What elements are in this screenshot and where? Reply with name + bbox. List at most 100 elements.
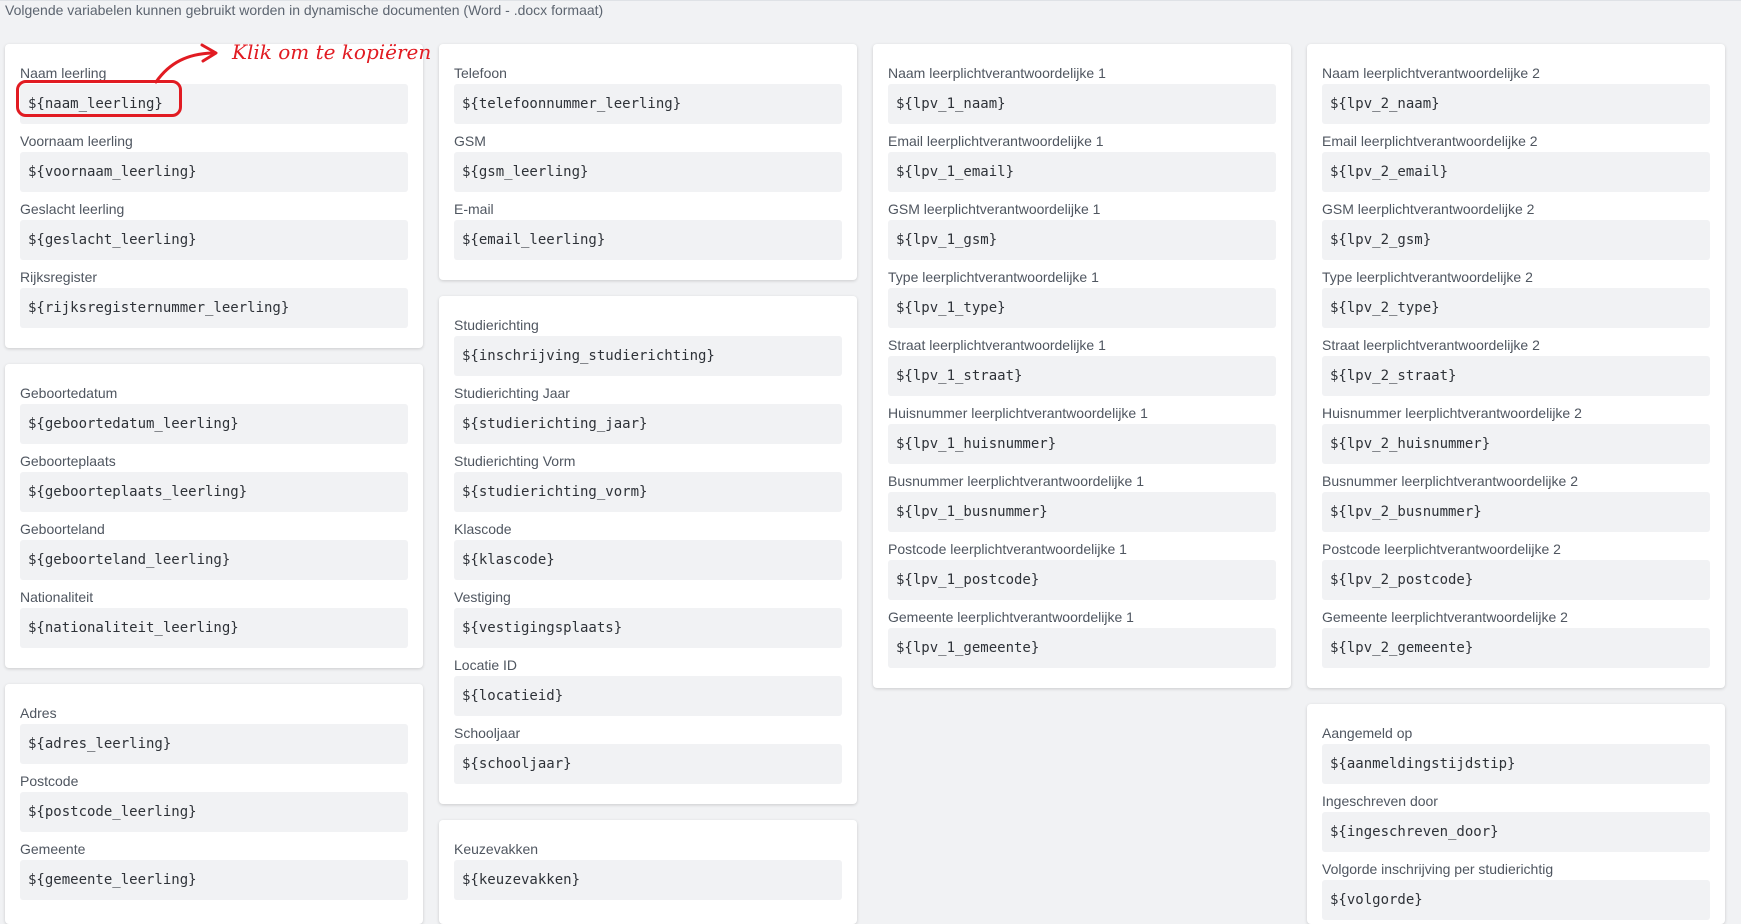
variable-code-copy-button[interactable]: ${lpv_2_naam} <box>1322 84 1710 124</box>
variable-label: Geslacht leerling <box>20 201 125 217</box>
variable-code-copy-button[interactable]: ${lpv_2_postcode} <box>1322 560 1710 600</box>
variable-field: Volgorde inschrijving per studierichtig $… <box>1322 858 1710 924</box>
variable-code-copy-button[interactable]: ${ingeschreven_door} <box>1322 812 1710 852</box>
variable-code-copy-button[interactable]: ${aanmeldingstijdstip} <box>1322 744 1710 784</box>
variable-label: Geboorteland <box>20 521 105 537</box>
variable-code-copy-button[interactable]: ${studierichting_jaar} <box>454 404 842 444</box>
variable-code-copy-button[interactable]: ${lpv_1_huisnummer} <box>888 424 1276 464</box>
card-study-program: Studierichting ${inschrijving_studiericht… <box>439 296 857 804</box>
variable-code-copy-button[interactable]: ${vestigingsplaats} <box>454 608 842 648</box>
variable-label: GSM <box>454 133 486 149</box>
variable-code-copy-button[interactable]: ${inschrijving_studierichting} <box>454 336 842 376</box>
card-student-identity: Naam leerling ${naam_leerling} Voornaam le… <box>5 44 423 348</box>
variable-code-copy-button[interactable]: ${lpv_2_gsm} <box>1322 220 1710 260</box>
variable-label: Busnummer leerplichtverantwoordelijke 2 <box>1322 473 1579 489</box>
variable-label: Keuzevakken <box>454 841 539 857</box>
variable-field: Studierichting ${inschrijving_studiericht… <box>454 314 842 382</box>
card-registration: Aangemeld op ${aanmeldingstijdstip} Ingesc… <box>1307 704 1725 924</box>
variable-field: Ingeschreven door ${ingeschreven_door} <box>1322 790 1710 858</box>
variable-code-copy-button[interactable]: ${nationaliteit_leerling} <box>20 608 408 648</box>
variable-field: Geslacht leerling ${geslacht_leerling} <box>20 198 408 266</box>
variable-code-copy-button[interactable]: ${gemeente_leerling} <box>20 860 408 900</box>
variable-field: Nationaliteit ${nationaliteit_leerling} <box>20 586 408 654</box>
variable-code-copy-button[interactable]: ${lpv_2_straat} <box>1322 356 1710 396</box>
variable-label: Geboorteplaats <box>20 453 116 469</box>
variable-label: Postcode leerplichtverantwoordelijke 1 <box>888 541 1127 557</box>
variable-code-copy-button[interactable]: ${geboorteplaats_leerling} <box>20 472 408 512</box>
variable-field: Naam leerplichtverantwoordelijke 1 ${lpv_… <box>888 62 1276 130</box>
variable-code-copy-button[interactable]: ${lpv_2_huisnummer} <box>1322 424 1710 464</box>
variable-label: Naam leerplichtverantwoordelijke 1 <box>888 65 1106 81</box>
variable-code-copy-button[interactable]: ${studierichting_vorm} <box>454 472 842 512</box>
variable-field: Adres ${adres_leerling} <box>20 702 408 770</box>
variable-code-copy-button[interactable]: ${lpv_1_gemeente} <box>888 628 1276 668</box>
variable-code-copy-button[interactable]: ${lpv_1_straat} <box>888 356 1276 396</box>
variable-code-copy-button[interactable]: ${lpv_1_type} <box>888 288 1276 328</box>
variable-code-copy-button[interactable]: ${lpv_2_gemeente} <box>1322 628 1710 668</box>
variable-code-copy-button[interactable]: ${geboorteland_leerling} <box>20 540 408 580</box>
variable-field: Klascode ${klascode} <box>454 518 842 586</box>
variable-field: Locatie ID ${locatieid} <box>454 654 842 722</box>
variable-code-copy-button[interactable]: ${locatieid} <box>454 676 842 716</box>
variable-label: Voornaam leerling <box>20 133 133 149</box>
variable-label: Klascode <box>454 521 512 537</box>
variable-field: Gemeente leerplichtverantwoordelijke 2 ${… <box>1322 606 1710 674</box>
variable-label: Gemeente leerplichtverantwoordelijke 1 <box>888 609 1134 625</box>
variable-code-copy-button[interactable]: ${lpv_2_busnummer} <box>1322 492 1710 532</box>
variable-code-copy-button[interactable]: ${geslacht_leerling} <box>20 220 408 260</box>
variable-label: Geboortedatum <box>20 385 118 401</box>
variable-code-copy-button[interactable]: ${lpv_1_busnummer} <box>888 492 1276 532</box>
variable-code-copy-button[interactable]: ${volgorde} <box>1322 880 1710 920</box>
variable-code-copy-button[interactable]: ${lpv_1_naam} <box>888 84 1276 124</box>
variable-code-copy-button[interactable]: ${naam_leerling} <box>20 84 408 124</box>
variable-code-copy-button[interactable]: ${rijksregisternummer_leerling} <box>20 288 408 328</box>
variable-field: Gemeente ${gemeente_leerling} <box>20 838 408 906</box>
variable-field: Voornaam leerling ${voornaam_leerling} <box>20 130 408 198</box>
variable-field: Email leerplichtverantwoordelijke 1 ${lpv… <box>888 130 1276 198</box>
variable-field: Postcode leerplichtverantwoordelijke 2 ${… <box>1322 538 1710 606</box>
intro-text: Volgende variabelen kunnen gebruikt word… <box>5 2 604 18</box>
variable-label: Email leerplichtverantwoordelijke 2 <box>1322 133 1538 149</box>
variable-code-copy-button[interactable]: ${email_leerling} <box>454 220 842 260</box>
variable-code-copy-button[interactable]: ${geboortedatum_leerling} <box>20 404 408 444</box>
variable-label: GSM leerplichtverantwoordelijke 1 <box>888 201 1101 217</box>
variable-label: Ingeschreven door <box>1322 793 1438 809</box>
variable-field: Keuzevakken ${keuzevakken} <box>454 838 842 906</box>
variable-label: Adres <box>20 705 57 721</box>
variable-field: Huisnummer leerplichtverantwoordelijke 1… <box>888 402 1276 470</box>
variable-label: Volgorde inschrijving per studierichtig <box>1322 861 1554 877</box>
variable-field: Type leerplichtverantwoordelijke 1 ${lpv_… <box>888 266 1276 334</box>
variable-code-copy-button[interactable]: ${lpv_2_type} <box>1322 288 1710 328</box>
variable-code-copy-button[interactable]: ${keuzevakken} <box>454 860 842 900</box>
variable-code-copy-button[interactable]: ${lpv_1_gsm} <box>888 220 1276 260</box>
variable-code-copy-button[interactable]: ${telefoonnummer_leerling} <box>454 84 842 124</box>
variable-label: Postcode leerplichtverantwoordelijke 2 <box>1322 541 1561 557</box>
variable-label: Nationaliteit <box>20 589 94 605</box>
variable-label: Schooljaar <box>454 725 521 741</box>
variable-field: Email leerplichtverantwoordelijke 2 ${lpv… <box>1322 130 1710 198</box>
variable-label: Telefoon <box>454 65 507 81</box>
variable-label: Naam leerplichtverantwoordelijke 2 <box>1322 65 1540 81</box>
variable-field: Geboorteplaats ${geboorteplaats_leerling} <box>20 450 408 518</box>
variable-code-copy-button[interactable]: ${postcode_leerling} <box>20 792 408 832</box>
variable-code-copy-button[interactable]: ${gsm_leerling} <box>454 152 842 192</box>
variable-code-copy-button[interactable]: ${voornaam_leerling} <box>20 152 408 192</box>
variable-code-copy-button[interactable]: ${klascode} <box>454 540 842 580</box>
variable-label: Type leerplichtverantwoordelijke 1 <box>888 269 1099 285</box>
variable-label: Email leerplichtverantwoordelijke 1 <box>888 133 1104 149</box>
card-student-birth: Geboortedatum ${geboortedatum_leerling} Ge… <box>5 364 423 668</box>
variable-field: Straat leerplichtverantwoordelijke 2 ${lp… <box>1322 334 1710 402</box>
variable-code-copy-button[interactable]: ${lpv_2_email} <box>1322 152 1710 192</box>
variable-field: Rijksregister ${rijksregisternummer_leerl… <box>20 266 408 334</box>
variable-code-copy-button[interactable]: ${lpv_1_postcode} <box>888 560 1276 600</box>
variable-code-copy-button[interactable]: ${schooljaar} <box>454 744 842 784</box>
variable-code-copy-button[interactable]: ${lpv_1_email} <box>888 152 1276 192</box>
variable-field: Vestiging ${vestigingsplaats} <box>454 586 842 654</box>
variable-field: GSM ${gsm_leerling} <box>454 130 842 198</box>
annotation-text: Klik om te kopiëren <box>232 40 432 64</box>
variable-label: Postcode <box>20 773 79 789</box>
card-electives: Keuzevakken ${keuzevakken} <box>439 820 857 924</box>
variable-field: Geboortedatum ${geboortedatum_leerling} <box>20 382 408 450</box>
variable-label: Studierichting Jaar <box>454 385 570 401</box>
variable-code-copy-button[interactable]: ${adres_leerling} <box>20 724 408 764</box>
